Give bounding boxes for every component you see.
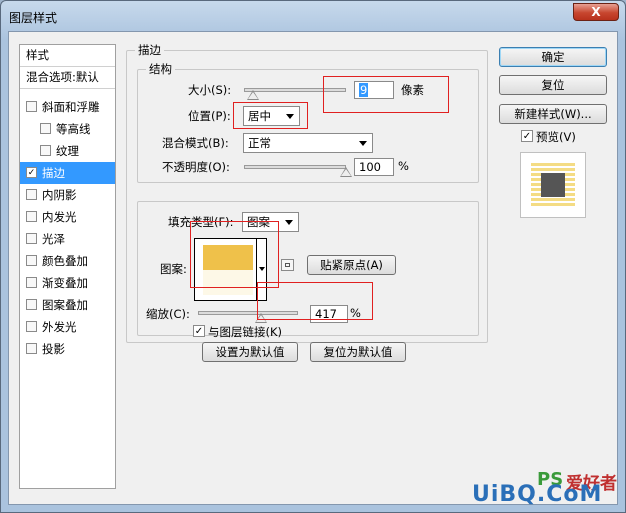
effect-checkbox[interactable]: [26, 321, 37, 332]
effect-label: 描边: [42, 166, 65, 180]
opacity-label: 不透明度(O):: [162, 160, 230, 174]
pattern-label: 图案:: [160, 262, 187, 276]
opacity-slider-thumb[interactable]: [340, 167, 352, 177]
opacity-slider-track[interactable]: [244, 165, 346, 169]
link-with-layer-label: 与图层链接(K): [208, 325, 283, 339]
annotation-box-size: [323, 76, 449, 113]
effect-item[interactable]: 内发光: [20, 206, 115, 228]
effect-item[interactable]: 纹理: [20, 140, 115, 162]
annotation-box-pattern: [190, 221, 279, 288]
watermark-url: UiBQ.CoM: [472, 482, 603, 507]
effect-label: 等高线: [56, 122, 91, 136]
effect-checkbox[interactable]: [26, 211, 37, 222]
effect-checkbox[interactable]: [40, 123, 51, 134]
style-preview: [520, 152, 586, 218]
effect-item[interactable]: 图案叠加: [20, 294, 115, 316]
layer-style-dialog: 图层样式 X 样式 混合选项:默认 斜面和浮雕等高线纹理 ✓ 描边内阴影内发光光泽颜…: [0, 0, 626, 513]
effect-checkbox[interactable]: ✓: [26, 167, 37, 178]
scale-label: 缩放(C):: [146, 307, 190, 321]
effect-item[interactable]: 内阴影: [20, 184, 115, 206]
effect-label: 颜色叠加: [42, 254, 88, 268]
preview-checkbox[interactable]: ✓: [521, 130, 533, 142]
reset-to-default-button[interactable]: 复位为默认值: [310, 342, 406, 362]
effect-checkbox[interactable]: [26, 299, 37, 310]
effect-label: 图案叠加: [42, 298, 88, 312]
link-with-layer-checkbox[interactable]: ✓: [193, 325, 205, 337]
effect-checkbox[interactable]: [26, 343, 37, 354]
fill-type-dropdown-arrow-icon: [285, 220, 293, 225]
ok-button[interactable]: 确定: [499, 47, 607, 67]
effect-item[interactable]: 光泽: [20, 228, 115, 250]
new-preset-icon[interactable]: [281, 259, 294, 271]
new-preset-glyph: [285, 263, 290, 267]
effect-label: 斜面和浮雕: [42, 100, 100, 114]
position-label: 位置(P):: [188, 109, 231, 123]
reset-button[interactable]: 复位: [499, 75, 607, 95]
blend-mode-select[interactable]: 正常: [243, 133, 373, 153]
styles-list: 样式 混合选项:默认 斜面和浮雕等高线纹理 ✓ 描边内阴影内发光光泽颜色叠加渐变叠加…: [19, 44, 116, 489]
effect-label: 内阴影: [42, 188, 77, 202]
effect-checkbox[interactable]: [26, 255, 37, 266]
effect-label: 光泽: [42, 232, 65, 246]
styles-header[interactable]: 样式: [20, 45, 115, 67]
annotation-box-position: [233, 102, 308, 129]
preview-center: [541, 173, 565, 197]
blend-mode-label: 混合模式(B):: [162, 136, 229, 150]
effect-checkbox[interactable]: [40, 145, 51, 156]
effect-label: 投影: [42, 342, 65, 356]
dialog-client-area: 样式 混合选项:默认 斜面和浮雕等高线纹理 ✓ 描边内阴影内发光光泽颜色叠加渐变叠加…: [8, 31, 618, 507]
blend-mode-dropdown-arrow-icon: [359, 141, 367, 146]
blending-options-item[interactable]: 混合选项:默认: [20, 67, 115, 89]
size-slider-thumb[interactable]: [247, 90, 260, 100]
snap-to-origin-button[interactable]: 贴紧原点(A): [307, 255, 396, 275]
size-label: 大小(S):: [188, 83, 232, 97]
effect-checkbox[interactable]: [26, 233, 37, 244]
close-button[interactable]: X: [573, 3, 619, 21]
opacity-unit: %: [398, 159, 409, 173]
effect-label: 内发光: [42, 210, 77, 224]
effect-item[interactable]: 投影: [20, 338, 115, 360]
title-bar[interactable]: 图层样式 X: [1, 1, 625, 31]
effect-item[interactable]: 渐变叠加: [20, 272, 115, 294]
annotation-box-scale: [257, 282, 373, 320]
effect-label: 纹理: [56, 144, 79, 158]
effect-item[interactable]: 等高线: [20, 118, 115, 140]
effect-item[interactable]: 颜色叠加: [20, 250, 115, 272]
window-title: 图层样式: [9, 11, 58, 25]
structure-group-title: 结构: [146, 61, 175, 77]
effect-item[interactable]: ✓ 描边: [20, 162, 115, 184]
new-style-button[interactable]: 新建样式(W)...: [499, 104, 607, 124]
effect-label: 渐变叠加: [42, 276, 88, 290]
effect-checkbox[interactable]: [26, 101, 37, 112]
blend-mode-value: 正常: [248, 136, 271, 150]
effect-checkbox[interactable]: [26, 277, 37, 288]
effect-label: 外发光: [42, 320, 77, 334]
make-default-button[interactable]: 设置为默认值: [202, 342, 298, 362]
preview-label: 预览(V): [536, 130, 576, 144]
effect-checkbox[interactable]: [26, 189, 37, 200]
effect-item[interactable]: 斜面和浮雕: [20, 96, 115, 118]
stroke-group-title: 描边: [135, 42, 164, 58]
opacity-input[interactable]: 100: [354, 158, 394, 176]
effect-item[interactable]: 外发光: [20, 316, 115, 338]
